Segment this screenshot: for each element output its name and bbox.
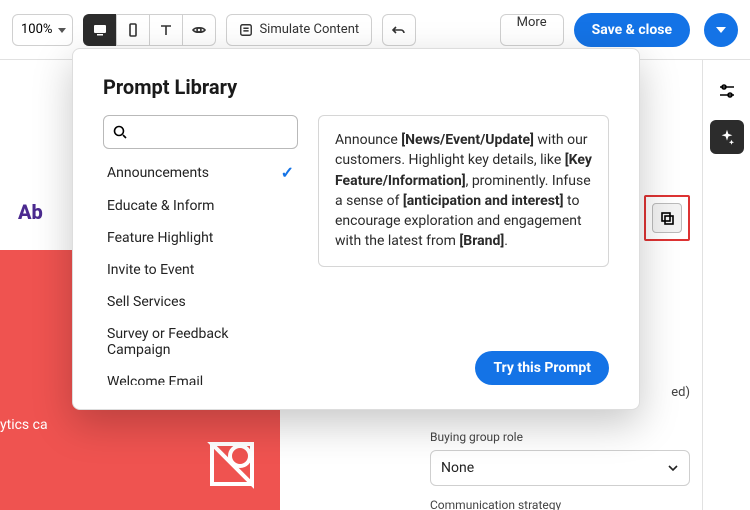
comm-strategy-label: Communication strategy [430,498,690,510]
modal-left-column: Announcements ✓ Educate & Inform Feature Hi… [103,115,298,385]
buying-group-label: Buying group role [430,430,690,444]
chevron-down-icon [716,27,726,33]
sparkle-icon [718,128,736,146]
copy-icon [659,210,675,226]
prompt-item[interactable]: Sell Services [103,286,298,318]
device-toggle-group [83,14,216,46]
prompt-item-label: Sell Services [107,294,186,310]
save-close-split-button[interactable] [704,13,738,47]
properties-text-fragment: ed) [671,385,690,400]
preview-text: Announce [335,132,401,148]
try-prompt-button[interactable]: Try this Prompt [475,351,609,385]
search-input-wrapper[interactable] [103,115,298,149]
zoom-select[interactable]: 100% [12,14,73,46]
right-rail [702,60,750,510]
prompt-item-label: Feature Highlight [107,230,213,246]
rail-ai-button[interactable] [710,120,744,154]
template-tool-highlight [644,195,690,241]
buying-group-select[interactable]: None [430,450,690,486]
modal-right-column: Announce [News/Event/Update] with our cu… [318,115,609,385]
prompt-item-label: Invite to Event [107,262,194,278]
prompt-item[interactable]: Educate & Inform [103,190,298,222]
canvas-subtitle-fragment: ytics ca [0,417,48,433]
prompt-list: Announcements ✓ Educate & Inform Feature Hi… [103,155,298,385]
search-input[interactable] [134,125,289,140]
zoom-value: 100% [21,22,52,37]
prompt-item[interactable]: Survey or Feedback Campaign [103,318,298,366]
undo-icon [391,22,407,38]
desktop-icon [92,22,108,38]
device-mobile-button[interactable] [116,14,149,46]
save-close-label: Save & close [592,22,672,38]
prompt-item[interactable]: Feature Highlight [103,222,298,254]
eye-mode-button[interactable] [182,14,216,46]
save-close-button[interactable]: Save & close [574,13,690,47]
prompt-item-label: Survey or Feedback Campaign [107,326,294,358]
text-mode-button[interactable] [149,14,182,46]
prompt-item[interactable]: Announcements ✓ [103,155,298,190]
canvas-title-fragment: Ab [18,200,43,224]
eye-icon [191,22,207,38]
text-icon [158,22,174,38]
try-prompt-label: Try this Prompt [493,360,591,376]
prompt-item-label: Announcements [107,165,209,181]
prompt-item-label: Welcome Email [107,374,203,385]
more-label: More [517,15,547,30]
prompt-item-label: Educate & Inform [107,198,214,214]
check-icon: ✓ [281,163,294,182]
preview-bold: [anticipation and interest] [403,193,564,209]
preview-bold: [Brand] [459,233,504,249]
preview-text: . [504,233,508,249]
prompt-item[interactable]: Welcome Email [103,366,298,385]
prompt-item[interactable]: Invite to Event [103,254,298,286]
mobile-icon [125,22,141,38]
sliders-icon [717,81,737,101]
rail-settings-button[interactable] [710,74,744,108]
prompt-library-modal: Prompt Library Announcements ✓ Educate & I… [72,48,640,410]
properties-panel: Buying group role None Communication str… [430,430,690,510]
device-desktop-button[interactable] [83,14,116,46]
simulate-label: Simulate Content [259,22,359,37]
search-icon [112,124,128,140]
prompt-preview: Announce [News/Event/Update] with our cu… [318,115,609,267]
geometric-logo-icon [200,432,264,496]
buying-group-value: None [441,460,474,476]
undo-button[interactable] [382,14,416,46]
modal-title: Prompt Library [103,75,609,99]
preview-bold: [News/Event/Update] [401,132,534,148]
more-button[interactable]: More [500,14,564,46]
template-tool-button[interactable] [652,203,682,233]
chevron-down-icon [667,462,679,474]
simulate-icon [239,23,253,37]
simulate-content-button[interactable]: Simulate Content [226,14,372,46]
